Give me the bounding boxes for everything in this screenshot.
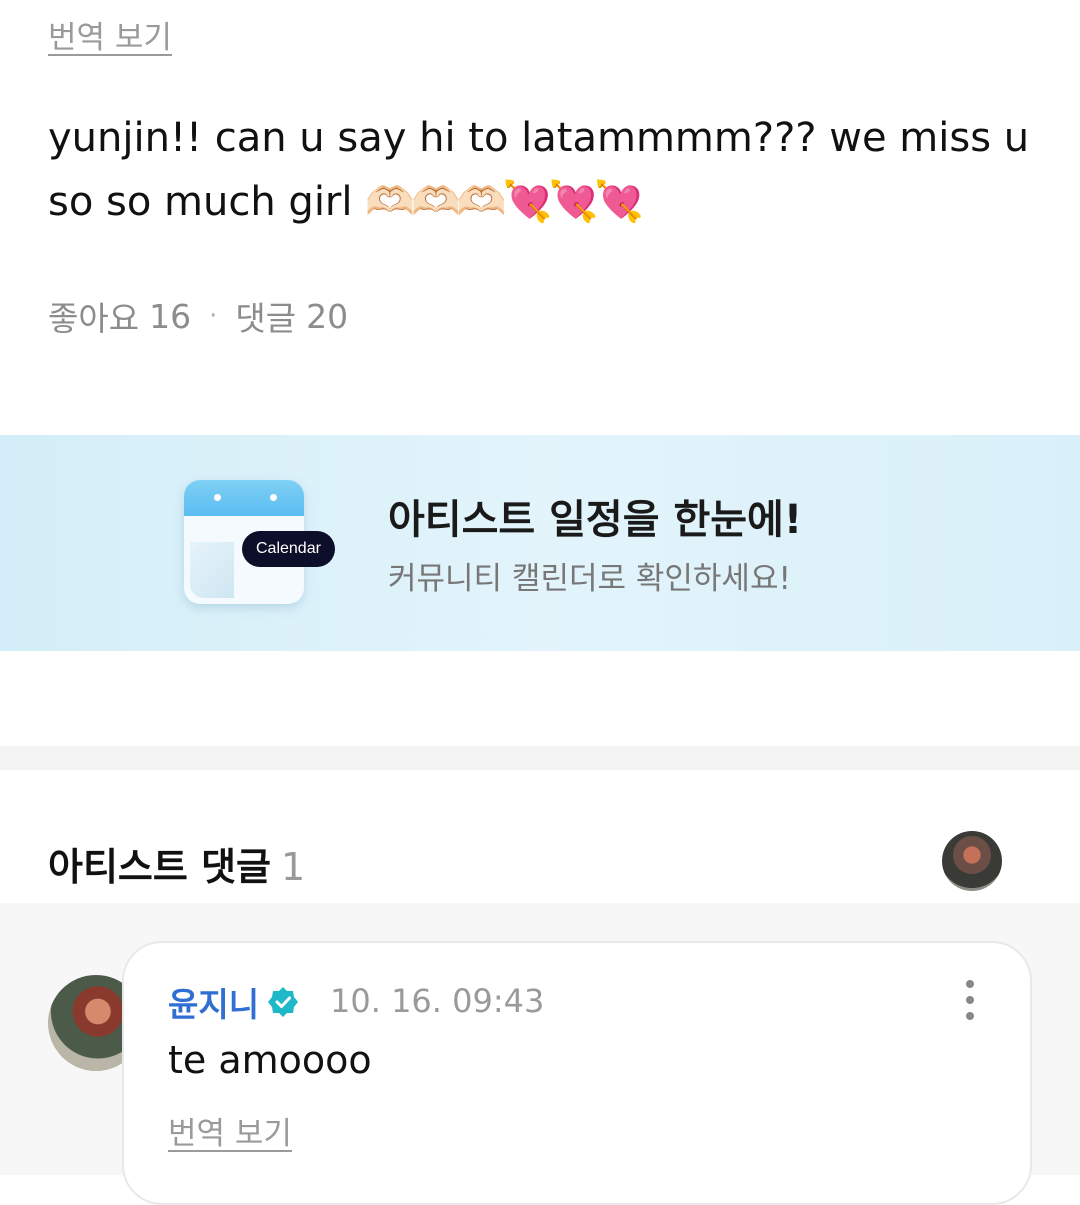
banner-title: 아티스트 일정을 한눈에! [388, 497, 803, 543]
artist-comments-title: 아티스트 댓글 [48, 845, 271, 889]
comments-count: 20 [306, 296, 349, 336]
verified-badge-icon [268, 987, 299, 1017]
artist-comments-heading: 아티스트 댓글 1 [48, 836, 305, 891]
comments-label[interactable]: 댓글 [235, 292, 296, 340]
calendar-tag: Calendar [242, 531, 335, 567]
comment-author[interactable]: 윤지니 [168, 978, 299, 1026]
comment-author-name[interactable]: 윤지니 [168, 978, 259, 1026]
banner-subtitle: 커뮤니티 캘린더로 확인하세요! [388, 561, 791, 597]
post-stats: 좋아요 16 · 댓글 20 [48, 292, 348, 340]
post-emojis: 🫶🏻🫶🏻🫶🏻💘💘💘 [365, 179, 644, 225]
comment-translate-link[interactable]: 번역 보기 [168, 1108, 292, 1153]
likes-count: 16 [149, 296, 192, 336]
comment-text: te amoooo [168, 1038, 372, 1082]
comment-timestamp: 10. 16. 09:43 [330, 982, 545, 1020]
calendar-banner[interactable]: Calendar 아티스트 일정을 한눈에! 커뮤니티 캘린더로 확인하세요! [0, 435, 1080, 651]
separator-dot: · [209, 301, 218, 331]
post-body: yunjin!! can u say hi to latammmm??? we … [48, 106, 1038, 234]
likes-label[interactable]: 좋아요 [48, 292, 139, 340]
artist-avatar[interactable] [942, 831, 1002, 891]
translate-link[interactable]: 번역 보기 [48, 12, 172, 57]
more-options-icon[interactable] [956, 978, 984, 1022]
artist-comments-count: 1 [281, 845, 306, 889]
section-divider [0, 746, 1080, 770]
